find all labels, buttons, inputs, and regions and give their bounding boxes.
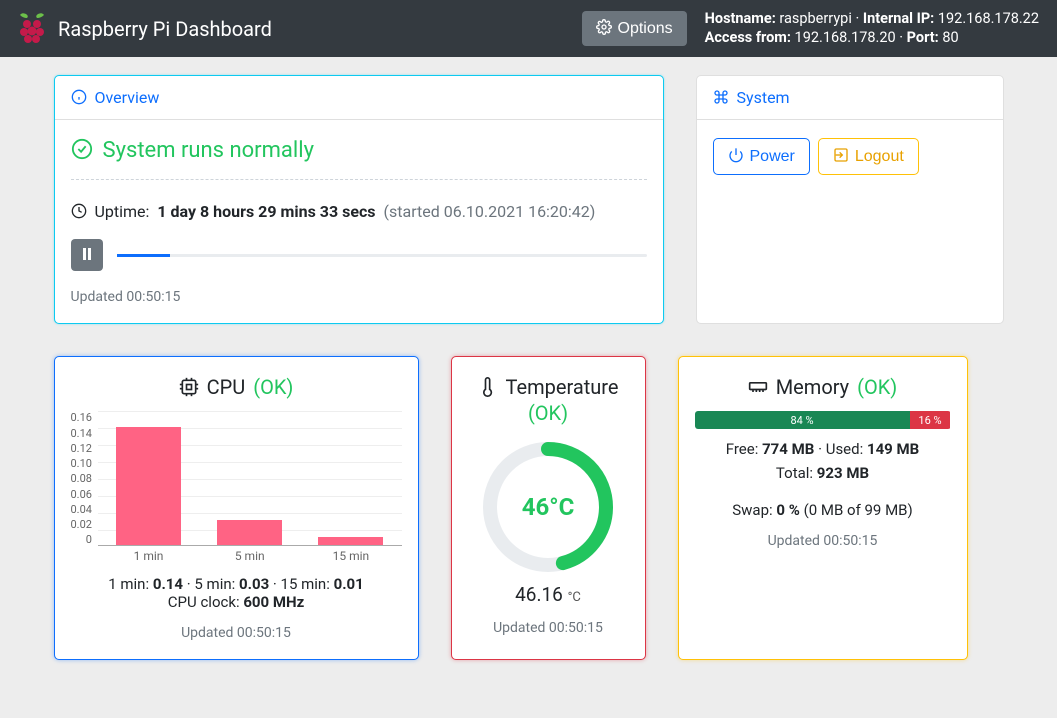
memory-updated: Updated 00:50:15 — [695, 533, 951, 549]
temperature-value: 46.16 °C — [468, 583, 629, 606]
clock-icon — [71, 202, 87, 221]
info-icon — [71, 88, 87, 107]
cpu-updated: Updated 00:50:15 — [71, 625, 402, 641]
check-icon — [71, 138, 93, 163]
logout-icon — [833, 147, 849, 166]
temperature-title: Temperature (OK) — [468, 375, 629, 425]
logout-button[interactable]: Logout — [818, 138, 919, 175]
temperature-gauge: 46°C — [478, 437, 618, 577]
memory-usage-bar: 84 % 16 % — [695, 411, 951, 429]
system-header: System — [697, 76, 1003, 120]
temperature-updated: Updated 00:50:15 — [468, 620, 629, 636]
power-button[interactable]: Power — [713, 138, 810, 175]
thermometer-icon — [478, 375, 498, 399]
memory-title: Memory (OK) — [695, 375, 951, 399]
gear-icon — [596, 19, 612, 38]
cpu-icon — [179, 375, 199, 399]
overview-card: Overview System runs normally Uptime: 1 … — [54, 75, 664, 324]
command-icon — [713, 88, 729, 107]
options-button[interactable]: Options — [582, 11, 687, 46]
cpu-load-chart: 0.160.140.120.100.080.060.040.020 1 min5… — [71, 411, 402, 571]
memory-stats: Free: 774 MB · Used: 149 MB Total: 923 M… — [695, 437, 951, 485]
navbar: Raspberry Pi Dashboard Options Hostname:… — [0, 0, 1057, 57]
status-line: System runs normally — [71, 138, 647, 163]
cpu-card: CPU (OK) 0.160.140.120.100.080.060.040.0… — [54, 356, 419, 660]
options-label: Options — [618, 20, 673, 38]
memory-swap: Swap: 0 % (0 MB of 99 MB) — [695, 501, 951, 519]
cpu-load-stats: 1 min: 0.14 · 5 min: 0.03 · 15 min: 0.01… — [71, 575, 402, 611]
system-card: System Power Logout — [696, 75, 1004, 324]
power-icon — [728, 147, 744, 166]
brand-title: Raspberry Pi Dashboard — [58, 17, 272, 41]
pause-button[interactable] — [71, 239, 103, 271]
overview-header: Overview — [55, 76, 663, 120]
refresh-progress — [117, 254, 647, 257]
memory-icon — [748, 375, 768, 399]
overview-updated: Updated 00:50:15 — [71, 289, 647, 305]
memory-card: Memory (OK) 84 % 16 % Free: 774 MB · Use… — [678, 356, 968, 660]
pause-icon — [82, 247, 92, 263]
network-info: Hostname: raspberrypi · Internal IP: 192… — [705, 10, 1039, 48]
temperature-card: Temperature (OK) 46°C 46.16 °C — [451, 356, 646, 660]
raspberry-logo-icon — [18, 12, 46, 46]
cpu-title: CPU (OK) — [71, 375, 402, 399]
uptime-row: Uptime: 1 day 8 hours 29 mins 33 secs (s… — [71, 202, 647, 221]
